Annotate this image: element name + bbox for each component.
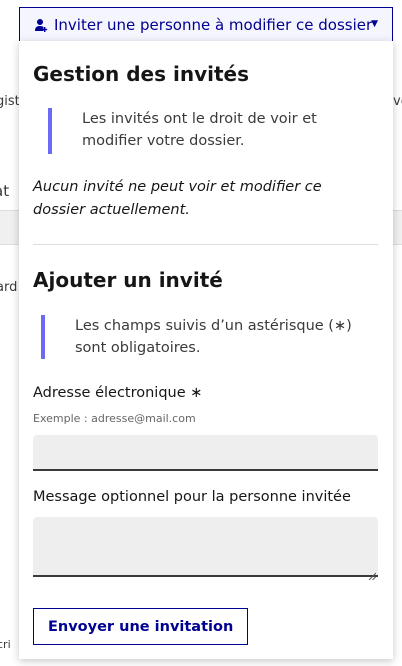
guests-title: Gestion des invités — [33, 62, 250, 86]
email-input[interactable] — [33, 435, 378, 471]
invite-dropdown-label: Inviter une personne à modifier ce dossi… — [54, 15, 373, 34]
add-user-icon — [34, 18, 48, 32]
background-text-fragment: gist — [0, 94, 20, 109]
email-hint: Exemple : adresse@mail.com — [33, 412, 196, 425]
send-invitation-button[interactable]: Envoyer une invitation — [33, 608, 249, 645]
message-label: Message optionnel pour la personne invit… — [33, 489, 351, 505]
required-fields-notice-text: Les champs suivis d’un astérisque (∗) so… — [75, 318, 352, 356]
no-guests-text: Aucun invité ne peut voir et modifier ce… — [33, 179, 322, 218]
background-text-fragment: at — [0, 182, 10, 200]
invite-panel: Gestion des invités Les invités ont le d… — [19, 41, 393, 659]
email-label: Adresse électronique ∗ — [33, 385, 202, 401]
caret-down-icon: ▼ — [371, 19, 378, 29]
background-text-fragment: cri — [0, 638, 11, 651]
invite-dropdown-button[interactable]: Inviter une personne à modifier ce dossi… — [19, 7, 393, 42]
resize-handle-icon[interactable] — [368, 565, 377, 581]
add-guest-title: Ajouter un invité — [33, 268, 223, 292]
background-text-fragment: ard — [0, 280, 18, 295]
required-fields-notice: Les champs suivis d’un astérisque (∗) so… — [41, 315, 361, 359]
message-textarea[interactable] — [33, 517, 378, 581]
guests-notice: Les invités ont le droit de voir et modi… — [48, 108, 358, 154]
section-divider — [33, 244, 378, 245]
required-mark: ∗ — [190, 385, 203, 401]
email-label-text: Adresse électronique — [33, 385, 186, 401]
background-text-fragment: ve — [393, 94, 402, 109]
guests-notice-text: Les invités ont le droit de voir et modi… — [82, 111, 317, 149]
